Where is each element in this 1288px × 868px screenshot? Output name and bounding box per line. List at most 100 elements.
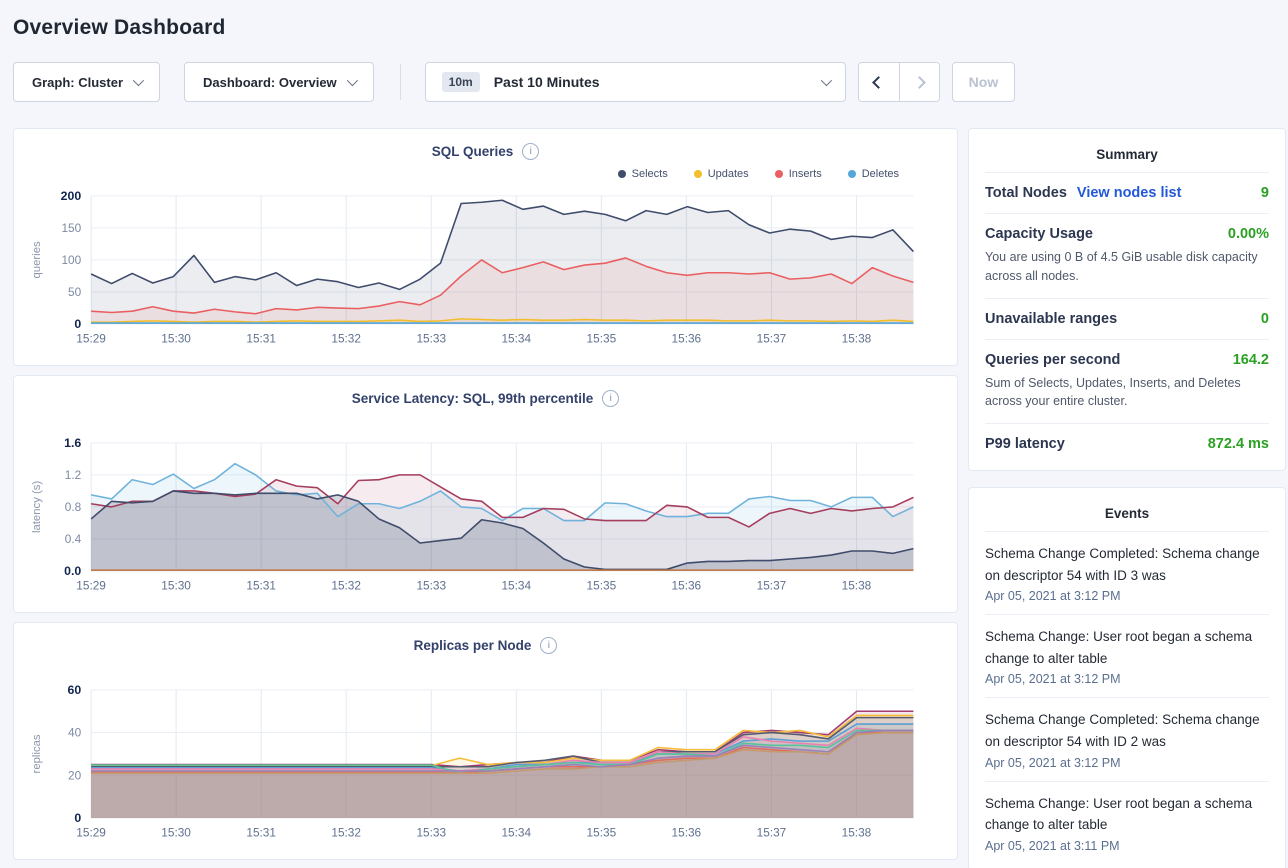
service-latency-title: Service Latency: SQL, 99th percentile [352,391,594,406]
time-range-badge: 10m [442,72,480,92]
view-nodes-list-link[interactable]: View nodes list [1077,185,1182,201]
svg-text:0: 0 [74,317,81,331]
sql-queries-chart: 15:2915:3015:3115:3215:3315:3415:3515:36… [26,184,945,359]
legend-dot-icon [848,170,856,178]
svg-text:15:34: 15:34 [501,579,531,593]
svg-text:15:37: 15:37 [757,579,787,593]
replicas-per-node-title: Replicas per Node [414,638,532,653]
svg-text:15:37: 15:37 [757,332,787,346]
svg-text:15:38: 15:38 [842,579,872,593]
spacer [26,654,945,678]
legend-item[interactable]: Deletes [848,166,899,182]
chevron-left-icon [872,76,885,89]
summary-row-p99: P99 latency 872.4 ms [985,423,1269,464]
charts-column: SQL Queries i SelectsUpdatesInsertsDelet… [13,128,958,868]
time-range-selector[interactable]: 10m Past 10 Minutes [425,62,846,102]
svg-text:0.4: 0.4 [65,532,82,546]
svg-text:replicas: replicas [31,734,43,773]
svg-text:15:31: 15:31 [246,826,276,840]
svg-text:1.6: 1.6 [64,436,81,450]
total-nodes-value: 9 [1261,185,1269,201]
legend-item[interactable]: Selects [618,166,668,182]
svg-text:15:31: 15:31 [246,332,276,346]
svg-text:1.2: 1.2 [65,468,81,482]
graph-dropdown[interactable]: Graph: Cluster [13,62,160,102]
dashboard-dropdown-label: Dashboard: Overview [203,75,337,90]
svg-text:15:36: 15:36 [672,332,702,346]
legend-dot-icon [618,170,626,178]
legend-dot-icon [775,170,783,178]
service-latency-chart: 15:2915:3015:3115:3215:3315:3415:3515:36… [26,431,945,606]
time-prev-button[interactable] [859,63,899,101]
event-text[interactable]: Schema Change Completed: Schema change o… [985,543,1269,586]
svg-text:15:31: 15:31 [246,579,276,593]
chevron-right-icon [913,76,926,89]
svg-text:50: 50 [68,285,82,299]
svg-text:15:34: 15:34 [501,332,531,346]
svg-text:15:30: 15:30 [161,826,191,840]
event-text[interactable]: Schema Change: User root began a schema … [985,793,1269,836]
event-text[interactable]: Schema Change: User root began a schema … [985,626,1269,669]
svg-text:0.0: 0.0 [64,564,81,578]
event-timestamp: Apr 05, 2021 at 3:12 PM [985,589,1269,603]
svg-text:150: 150 [61,221,81,235]
chevron-down-icon [346,75,357,86]
svg-text:15:36: 15:36 [672,579,702,593]
controls-bar: Graph: Cluster Dashboard: Overview 10m P… [13,62,1286,102]
event-timestamp: Apr 05, 2021 at 3:12 PM [985,672,1269,686]
qps-subtext: Sum of Selects, Updates, Inserts, and De… [985,374,1269,412]
chevron-down-icon [133,75,144,86]
time-nav-group [858,62,940,102]
svg-text:15:33: 15:33 [416,579,446,593]
p99-latency-value: 872.4 ms [1208,436,1269,452]
legend-item[interactable]: Updates [694,166,749,182]
svg-text:100: 100 [61,253,81,267]
svg-text:15:32: 15:32 [331,826,361,840]
svg-text:15:33: 15:33 [416,332,446,346]
legend-dot-icon [694,170,702,178]
capacity-usage-label: Capacity Usage [985,226,1093,242]
unavailable-ranges-value: 0 [1261,311,1269,327]
chart-svg: 15:2915:3015:3115:3215:3315:3415:3515:36… [26,678,945,848]
svg-text:15:38: 15:38 [842,332,872,346]
events-panel: Events Schema Change Completed: Schema c… [968,487,1286,868]
main-content: SQL Queries i SelectsUpdatesInsertsDelet… [13,128,1286,868]
chart-svg: 15:2915:3015:3115:3215:3315:3415:3515:36… [26,184,945,354]
svg-text:15:34: 15:34 [501,826,531,840]
graph-dropdown-label: Graph: Cluster [32,75,123,90]
now-button[interactable]: Now [952,62,1016,102]
event-timestamp: Apr 05, 2021 at 3:11 PM [985,839,1269,853]
summary-row-qps: Queries per second 164.2 Sum of Selects,… [985,339,1269,424]
event-text[interactable]: Schema Change Completed: Schema change o… [985,709,1269,752]
summary-row-unavailable: Unavailable ranges 0 [985,298,1269,339]
info-icon[interactable]: i [522,143,539,160]
svg-text:40: 40 [68,725,82,739]
capacity-usage-subtext: You are using 0 B of 4.5 GiB usable disk… [985,248,1269,286]
summary-row-total-nodes: Total Nodes View nodes list 9 [985,172,1269,213]
svg-text:latency (s): latency (s) [31,481,43,533]
svg-text:60: 60 [68,683,82,697]
svg-text:200: 200 [61,189,82,203]
summary-row-capacity: Capacity Usage 0.00% You are using 0 B o… [985,213,1269,298]
time-next-button[interactable] [899,63,939,101]
p99-latency-label: P99 latency [985,436,1065,452]
legend-item[interactable]: Inserts [775,166,822,182]
time-range-label: Past 10 Minutes [494,74,821,90]
svg-text:15:33: 15:33 [416,826,446,840]
replicas-per-node-panel: Replicas per Node i 15:2915:3015:3115:32… [13,622,958,860]
sql-queries-legend: Selects Updates Inserts Deletes [26,166,899,182]
svg-text:15:29: 15:29 [76,579,106,593]
svg-text:15:36: 15:36 [672,826,702,840]
chart-svg: 15:2915:3015:3115:3215:3315:3415:3515:36… [26,431,945,601]
svg-text:15:30: 15:30 [161,579,191,593]
info-icon[interactable]: i [540,637,557,654]
qps-label: Queries per second [985,352,1120,368]
divider [400,64,401,100]
info-icon[interactable]: i [602,390,619,407]
svg-text:15:35: 15:35 [587,332,617,346]
svg-text:15:38: 15:38 [842,826,872,840]
capacity-usage-value: 0.00% [1228,226,1269,242]
dashboard-dropdown[interactable]: Dashboard: Overview [184,62,374,102]
svg-text:15:37: 15:37 [757,826,787,840]
sql-queries-panel: SQL Queries i SelectsUpdatesInsertsDelet… [13,128,958,366]
